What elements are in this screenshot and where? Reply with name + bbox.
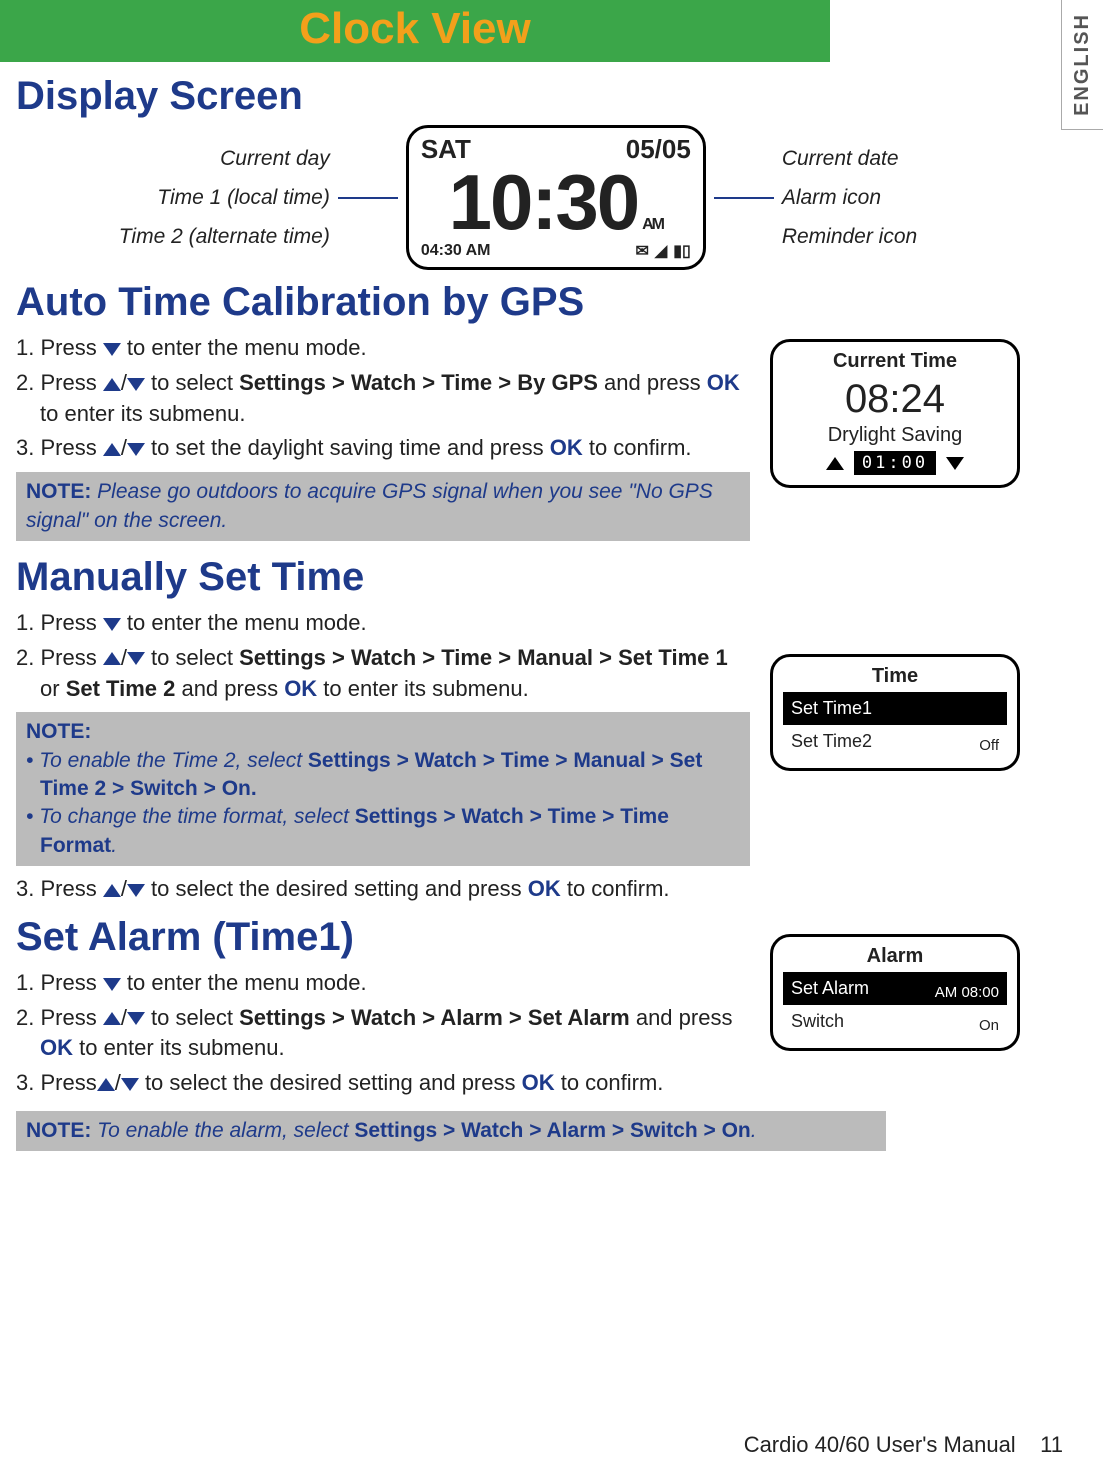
device-title: Current Time xyxy=(783,350,1007,373)
manual-step-1: 1. Press to enter the menu mode. xyxy=(16,608,750,639)
leader-line xyxy=(714,197,774,199)
manual-step-3: 3. Press / to select the desired setting… xyxy=(16,874,750,905)
watch-ampm: AM xyxy=(642,217,663,232)
gps-steps: 1. Press to enter the menu mode. 2. Pres… xyxy=(16,333,750,464)
note-manual: NOTE: To enable the Time 2, select Setti… xyxy=(16,712,750,866)
up-arrow-icon xyxy=(103,378,121,391)
device-time-value: 08:24 xyxy=(783,377,1007,422)
down-arrow-icon xyxy=(103,343,121,356)
down-arrow-icon xyxy=(103,978,121,991)
callout-current-date: Current date xyxy=(782,145,917,172)
device-current-time: Current Time 08:24 Drylight Saving 01:00 xyxy=(770,339,1020,488)
note-manual-item-1: To enable the Time 2, select Settings > … xyxy=(40,747,740,804)
watch-time: 10:30 xyxy=(449,165,639,239)
alarm-step-2: 2. Press / to select Settings > Watch > … xyxy=(16,1003,750,1065)
up-arrow-icon xyxy=(103,652,121,665)
down-arrow-icon xyxy=(121,1078,139,1091)
manual-steps: 1. Press to enter the menu mode. 2. Pres… xyxy=(16,608,750,704)
up-arrow-icon xyxy=(103,443,121,456)
callout-time1: Time 1 (local time) xyxy=(119,184,330,211)
note-alarm: NOTE: To enable the alarm, select Settin… xyxy=(16,1111,886,1151)
up-arrow-icon xyxy=(103,1012,121,1025)
page-title-banner: Clock View xyxy=(0,0,830,62)
device-time-menu: Time Set Time1 Set Time2 Off xyxy=(770,654,1020,771)
gps-step-2: 2. Press / to select Settings > Watch > … xyxy=(16,368,750,430)
battery-icon: ▮▯ xyxy=(673,241,691,261)
language-label: ENGLISH xyxy=(1071,13,1094,116)
up-arrow-icon xyxy=(826,457,844,470)
leader-line xyxy=(338,197,398,199)
device-title: Alarm xyxy=(783,945,1007,968)
watch-time2: 04:30 AM xyxy=(421,242,491,260)
callout-alarm-icon: Alarm icon xyxy=(782,184,917,211)
gps-step-3: 3. Press / to set the daylight saving ti… xyxy=(16,433,750,464)
down-arrow-icon xyxy=(127,378,145,391)
spinner-value: 01:00 xyxy=(854,451,936,475)
down-arrow-icon xyxy=(127,1012,145,1025)
menu-item-set-time1: Set Time1 xyxy=(783,692,1007,725)
down-arrow-icon xyxy=(127,443,145,456)
device-title: Time xyxy=(783,665,1007,688)
down-arrow-icon xyxy=(103,618,121,631)
down-arrow-icon xyxy=(946,457,964,470)
menu-item-switch: Switch On xyxy=(783,1005,1007,1038)
device-sub-label: Drylight Saving xyxy=(783,424,1007,447)
manual-step-2: 2. Press / to select Settings > Watch > … xyxy=(16,643,750,705)
gps-step-1: 1. Press to enter the menu mode. xyxy=(16,333,750,364)
device-alarm-menu: Alarm Set Alarm AM 08:00 Switch On xyxy=(770,934,1020,1051)
callout-reminder-icon: Reminder icon xyxy=(782,223,917,250)
section-gps: Auto Time Calibration by GPS xyxy=(16,280,1020,325)
section-display-screen: Display Screen xyxy=(16,74,1020,119)
page-title: Clock View xyxy=(0,4,830,54)
note-gps: NOTE: Please go outdoors to acquire GPS … xyxy=(16,472,750,541)
alarm-step-1: 1. Press to enter the menu mode. xyxy=(16,968,750,999)
up-arrow-icon xyxy=(97,1078,115,1091)
down-arrow-icon xyxy=(127,884,145,897)
note-manual-item-2: To change the time format, select Settin… xyxy=(40,803,740,860)
up-arrow-icon xyxy=(103,884,121,897)
alarm-icon: ◢ xyxy=(655,241,667,261)
page-footer: Cardio 40/60 User's Manual 11 xyxy=(0,1432,1103,1458)
menu-item-set-time2: Set Time2 Off xyxy=(783,725,1007,758)
callout-time2: Time 2 (alternate time) xyxy=(119,223,330,250)
section-manual: Manually Set Time xyxy=(16,555,1020,600)
alarm-steps: 1. Press to enter the menu mode. 2. Pres… xyxy=(16,968,750,1099)
envelope-icon: ✉ xyxy=(635,241,648,261)
menu-item-set-alarm: Set Alarm AM 08:00 xyxy=(783,972,1007,1005)
display-screen-diagram: Current day Time 1 (local time) Time 2 (… xyxy=(16,125,1020,270)
footer-page-number: 11 xyxy=(1040,1432,1063,1457)
down-arrow-icon xyxy=(127,652,145,665)
language-tab: ENGLISH xyxy=(1061,0,1103,130)
alarm-step-3: 3. Press/ to select the desired setting … xyxy=(16,1068,750,1099)
watch-face: SAT 05/05 10:30 AM 04:30 AM ✉ ◢ ▮▯ xyxy=(406,125,706,270)
callout-current-day: Current day xyxy=(119,145,330,172)
footer-manual-name: Cardio 40/60 User's Manual xyxy=(744,1432,1016,1457)
